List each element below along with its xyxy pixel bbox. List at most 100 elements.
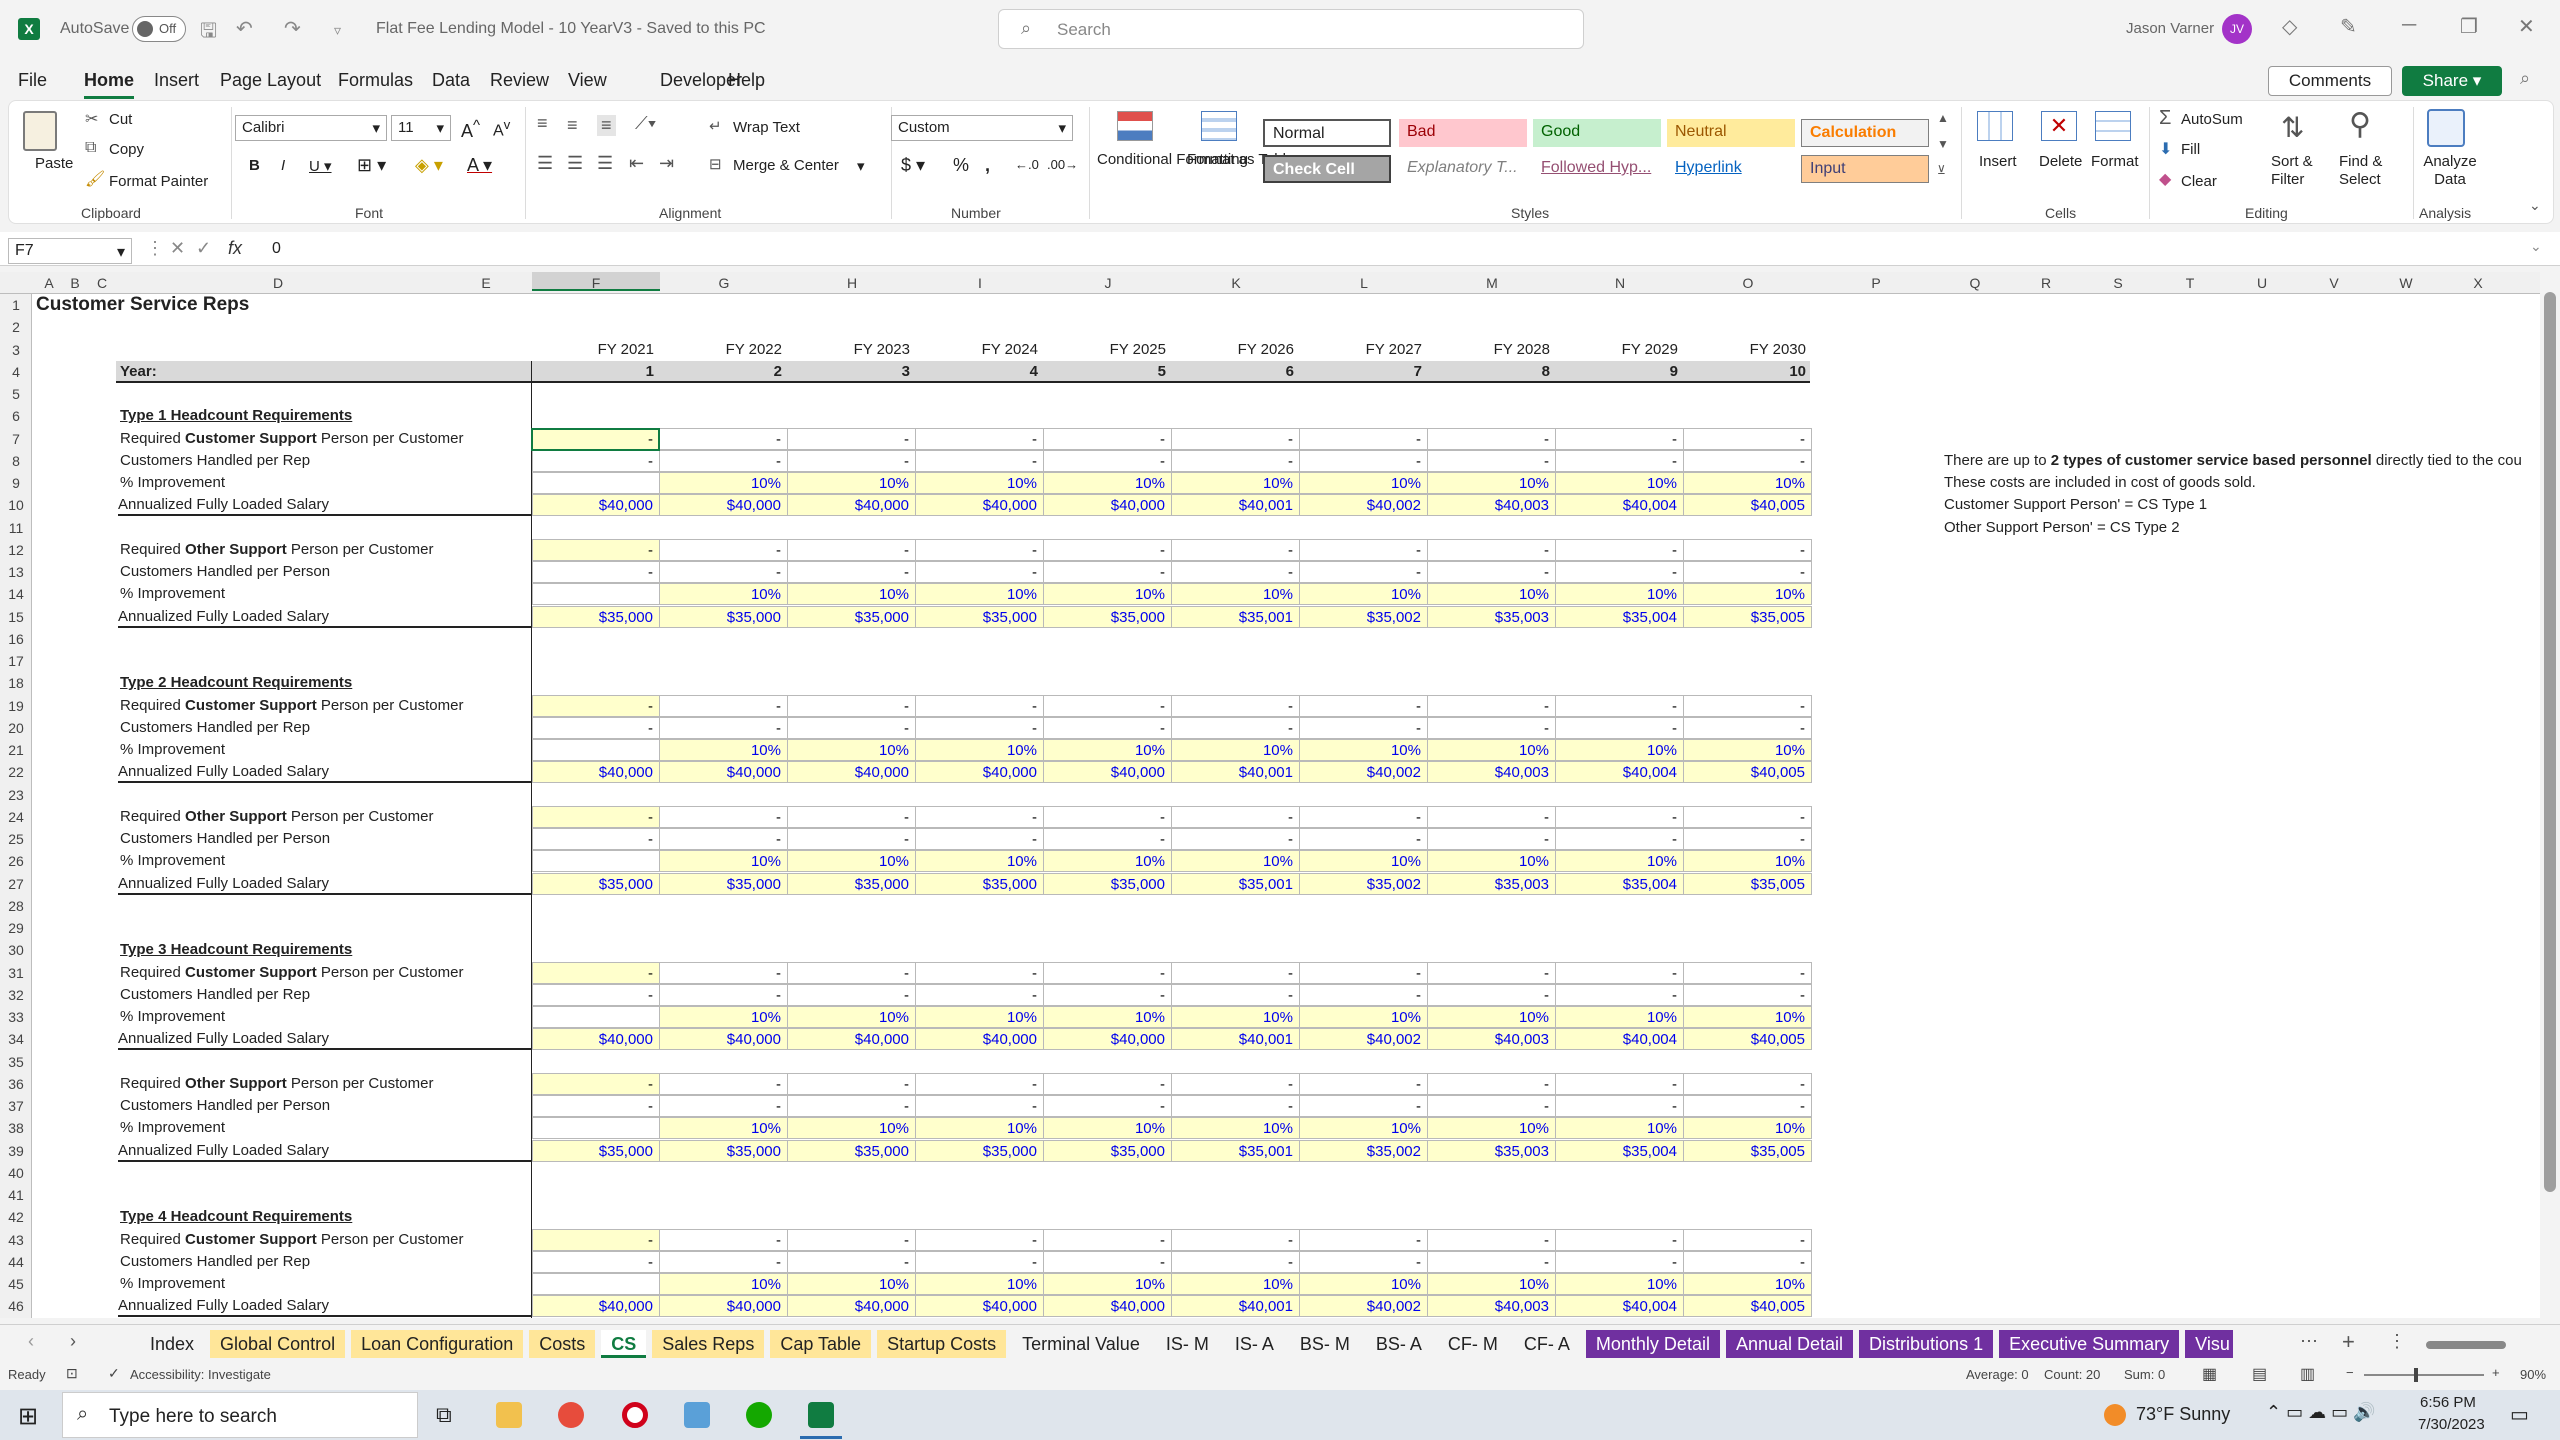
support-ratio-cell[interactable]: - <box>1556 1228 1684 1251</box>
customers-handled-cell[interactable]: - <box>916 716 1044 739</box>
support-ratio-cell[interactable]: - <box>788 694 916 717</box>
format-painter-button[interactable]: Format Painter <box>109 173 208 190</box>
column-header-W[interactable]: W <box>2370 275 2442 291</box>
customers-handled-cell[interactable]: - <box>1428 561 1556 583</box>
improvement-cell[interactable]: 10% <box>1428 583 1556 606</box>
salary-cell[interactable]: $40,000 <box>916 494 1044 517</box>
customers-handled-cell[interactable]: - <box>660 1250 788 1273</box>
improvement-cell[interactable]: 10% <box>1300 739 1428 761</box>
support-ratio-cell[interactable]: - <box>1300 1072 1428 1095</box>
minimize-icon[interactable]: ─ <box>2402 14 2416 37</box>
comma-icon[interactable]: , <box>985 155 990 176</box>
support-ratio-cell[interactable]: - <box>1044 961 1172 984</box>
row-header[interactable]: 25 <box>0 828 32 850</box>
salary-cell[interactable]: $40,000 <box>916 761 1044 784</box>
system-tray-icons[interactable]: ⌃ ▭ ☁ ▭ 🔊 <box>2266 1402 2376 1423</box>
improvement-cell[interactable] <box>532 1117 660 1140</box>
row-header[interactable]: 10 <box>0 494 32 516</box>
support-ratio-cell[interactable]: - <box>1044 1072 1172 1095</box>
style-check-cell[interactable]: Check Cell <box>1263 155 1391 183</box>
salary-cell[interactable]: $35,000 <box>532 605 660 628</box>
column-header-M[interactable]: M <box>1428 275 1556 291</box>
salary-cell[interactable]: $40,000 <box>788 494 916 517</box>
row-header[interactable]: 23 <box>0 784 32 806</box>
support-ratio-cell[interactable]: - <box>788 1228 916 1251</box>
salary-cell[interactable]: $40,003 <box>1428 1028 1556 1051</box>
customers-handled-cell[interactable]: - <box>1044 449 1172 472</box>
pen-icon[interactable]: ✎ <box>2340 14 2357 39</box>
customers-handled-cell[interactable]: - <box>532 716 660 739</box>
salary-cell[interactable]: $35,001 <box>1172 1139 1300 1162</box>
close-icon[interactable]: ✕ <box>2518 14 2535 39</box>
salary-cell[interactable]: $40,000 <box>532 1028 660 1051</box>
decrease-indent-icon[interactable]: ⇤ <box>629 153 644 174</box>
customers-handled-cell[interactable]: - <box>532 983 660 1006</box>
support-ratio-cell[interactable]: - <box>1428 694 1556 717</box>
snipping-tool-icon[interactable] <box>558 1402 584 1428</box>
weather-text[interactable]: 73°F Sunny <box>2136 1404 2230 1425</box>
support-ratio-cell[interactable]: - <box>1684 805 1812 828</box>
salary-cell[interactable]: $40,005 <box>1684 1028 1812 1051</box>
font-color-icon[interactable]: A ▾ <box>467 155 492 176</box>
taskbar-date[interactable]: 7/30/2023 <box>2418 1416 2485 1433</box>
align-left-icon[interactable]: ☰ <box>537 153 553 174</box>
salary-cell[interactable]: $40,005 <box>1684 494 1812 517</box>
customers-handled-cell[interactable]: - <box>1428 1095 1556 1117</box>
sheet-tab-cap-table[interactable]: Cap Table <box>770 1330 872 1358</box>
improvement-cell[interactable]: 10% <box>660 583 788 606</box>
menu-tab-review[interactable]: Review <box>490 70 549 91</box>
zoom-in-icon[interactable]: + <box>2492 1365 2500 1380</box>
insert-button[interactable]: Insert <box>1979 153 2017 170</box>
improvement-cell[interactable]: 10% <box>788 472 916 494</box>
salary-cell[interactable]: $35,001 <box>1172 872 1300 895</box>
support-ratio-cell[interactable]: - <box>1300 694 1428 717</box>
italic-icon[interactable]: I <box>281 157 285 174</box>
borders-icon[interactable]: ⊞ ▾ <box>357 155 386 176</box>
orientation-icon[interactable]: ⟋▾ <box>635 113 656 134</box>
decrease-decimal-icon[interactable]: .00→ <box>1047 157 1078 172</box>
cancel-entry-icon[interactable]: ✕ <box>170 238 185 259</box>
task-view-icon[interactable]: ⧉ <box>436 1402 452 1428</box>
improvement-cell[interactable]: 10% <box>1684 1117 1812 1140</box>
improvement-cell[interactable]: 10% <box>1428 739 1556 761</box>
column-header-Q[interactable]: Q <box>1940 275 2010 291</box>
salary-cell[interactable]: $40,005 <box>1684 761 1812 784</box>
column-header-G[interactable]: G <box>660 275 788 291</box>
support-ratio-cell[interactable]: - <box>660 805 788 828</box>
sheet-tab-executive-summary[interactable]: Executive Summary <box>1999 1330 2180 1358</box>
customers-handled-cell[interactable]: - <box>1300 1095 1428 1117</box>
improvement-cell[interactable]: 10% <box>1172 850 1300 873</box>
style-calculation[interactable]: Calculation <box>1801 119 1929 147</box>
customers-handled-cell[interactable]: - <box>916 1095 1044 1117</box>
salary-cell[interactable]: $40,005 <box>1684 1295 1812 1318</box>
comments-button[interactable]: Comments <box>2268 66 2392 96</box>
underline-icon[interactable]: U ▾ <box>309 157 332 175</box>
horizontal-scrollbar[interactable] <box>2426 1341 2506 1349</box>
salary-cell[interactable]: $35,004 <box>1556 1139 1684 1162</box>
improvement-cell[interactable]: 10% <box>1044 583 1172 606</box>
improvement-cell[interactable]: 10% <box>1684 472 1812 494</box>
customize-qat-icon[interactable]: ▿ <box>334 22 341 39</box>
support-ratio-cell[interactable]: - <box>1300 961 1428 984</box>
improvement-cell[interactable]: 10% <box>1428 1273 1556 1295</box>
support-ratio-cell[interactable]: - <box>1684 694 1812 717</box>
zoom-out-icon[interactable]: − <box>2346 1365 2354 1380</box>
column-header-P[interactable]: P <box>1812 275 1940 291</box>
support-ratio-cell[interactable]: - <box>1684 538 1812 561</box>
salary-cell[interactable]: $40,000 <box>532 494 660 517</box>
salary-cell[interactable]: $40,000 <box>532 1295 660 1318</box>
customers-handled-cell[interactable]: - <box>1684 983 1812 1006</box>
support-ratio-cell[interactable]: - <box>660 961 788 984</box>
customers-handled-cell[interactable]: - <box>1300 828 1428 850</box>
improvement-cell[interactable]: 10% <box>660 1117 788 1140</box>
row-header[interactable]: 39 <box>0 1140 32 1162</box>
styles-scroll-up-icon[interactable]: ▲ <box>1937 111 1949 125</box>
improvement-cell[interactable]: 10% <box>1044 739 1172 761</box>
autosum-button[interactable]: AutoSum <box>2181 111 2243 128</box>
customers-handled-cell[interactable]: - <box>1172 1250 1300 1273</box>
search-box[interactable]: ⌕ Search <box>998 9 1584 49</box>
row-header[interactable]: 28 <box>0 895 32 917</box>
salary-cell[interactable]: $40,003 <box>1428 1295 1556 1318</box>
improvement-cell[interactable]: 10% <box>916 1006 1044 1028</box>
column-header-C[interactable]: C <box>88 275 116 291</box>
